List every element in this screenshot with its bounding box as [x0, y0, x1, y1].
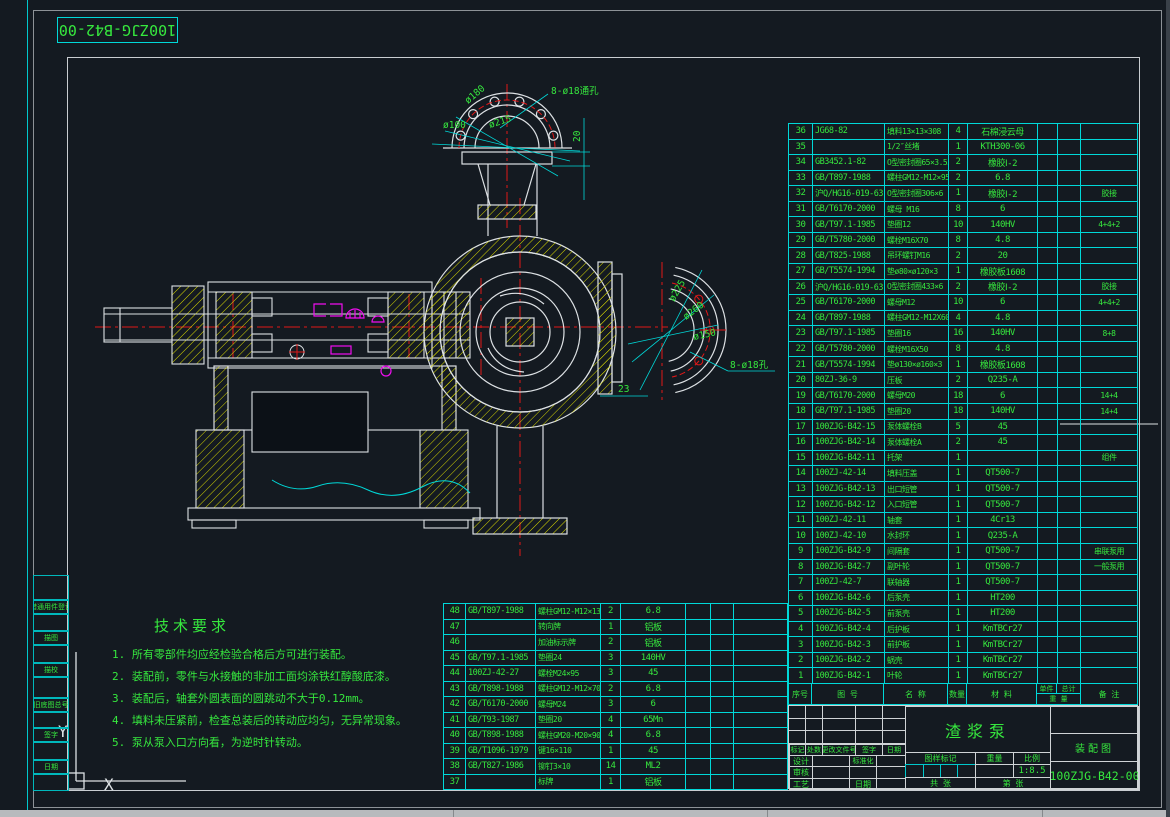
bom-row: 42 GB/T6170-2000 螺母M24 3 6 [444, 697, 789, 713]
bom-row: 37 标牌 1 铝板 [444, 775, 789, 791]
bom-row: 11 100ZJ-42-11 轴套 1 4Cr13 [789, 513, 1139, 529]
bom-row: 14 100ZJ-42-14 填料压盖 1 QT500-7 [789, 466, 1139, 482]
window-bottom-bar[interactable] [0, 810, 1170, 817]
bom-row: 13 100ZJG-B42-13 出口短管 1 QT500-7 [789, 482, 1139, 498]
bom-row: 15 100ZJG-B42-11 托架 1 组件 [789, 451, 1139, 467]
bom-row: 35 1/2″丝堵 1 KTH300-06 [789, 140, 1139, 156]
border-box [33, 773, 69, 791]
bom-row: 22 GB/T5780-2000 螺栓M16X50 8 4.8 [789, 342, 1139, 358]
bom-table-main: 36 JG68-82 填料13×13×308 4 石棉浸云母 35 1/2″丝堵… [788, 123, 1139, 684]
sheet-page: 第 张 [975, 777, 1051, 790]
border-box [33, 741, 69, 761]
bom-table-continuation: 48 GB/T897-1988 螺柱GM12-M12×135 2 6.8 47 … [443, 603, 789, 790]
title-block: 标记 处数 更改文件号 签字 日期 设计 标准化 审核 工艺 日期 渣浆泵 图样… [788, 705, 1138, 789]
revision-grid [789, 706, 906, 744]
sign-label-date: 日期 [849, 778, 877, 790]
bom-row: 30 GB/T97.1-1985 垫圈12 10 140HV 4+4+2 [789, 217, 1139, 233]
bom-row: 17 100ZJG-B42-15 泵体螺栓B 5 45 [789, 420, 1139, 436]
bom-row: 24 GB/T897-1988 螺柱GM12-M12X60 4 4.8 [789, 311, 1139, 327]
border-box [33, 644, 69, 664]
bom-row: 33 GB/T897-1988 螺柱GM12-M12×95 2 6.8 [789, 171, 1139, 187]
bom-row: 39 GB/T1096-1979 键16×110 1 45 [444, 744, 789, 760]
drawing-number-rotated: 100ZJG-B42-00 [57, 17, 178, 43]
bom-row: 26 沪Q/HG16-019-63 O型密封圈433×6 2 橡胶Ⅰ-2 胶接 [789, 280, 1139, 296]
bom-row: 27 GB/T5574-1994 垫ø80×ø120×3 1 橡胶板1608 [789, 264, 1139, 280]
bom-row: 16 100ZJG-B42-14 泵体螺栓A 2 45 [789, 435, 1139, 451]
bom-row: 7 100ZJ-42-7 联轴器 1 QT500-7 [789, 575, 1139, 591]
bom-row: 1 100ZJG-B42-1 叶轮 1 KmTBCr27 [789, 668, 1139, 684]
bom-row: 4 100ZJG-B42-4 后护板 1 KmTBCr27 [789, 622, 1139, 638]
bom-row: 9 100ZJG-B42-9 间隔套 1 QT500-7 串联泵用 [789, 544, 1139, 560]
bom-header: 序号 图 号 名 称 数量 材 料 单件 总计 重 量 备 注 [788, 683, 1138, 705]
bom-row: 45 GB/T97.1-1985 垫圈24 3 140HV [444, 651, 789, 667]
bom-row: 28 GB/T825-1988 吊环螺钉M16 2 20 [789, 248, 1139, 264]
bom-row: 34 GB3452.1-82 O型密封圈65×3.55 2 橡胶Ⅰ-2 [789, 155, 1139, 171]
bom-row: 18 GB/T97.1-1985 垫圈20 18 140HV 14+4 [789, 404, 1139, 420]
bom-row: 32 沪Q/HG16-019-63 O型密封圈306×6 1 橡胶Ⅰ-2 胶接 [789, 186, 1139, 202]
bom-row: 5 100ZJG-B42-5 前泵壳 1 HT200 [789, 606, 1139, 622]
cad-viewport[interactable]: ø100 ø180 ø215 8-ø18通孔 20 [0, 0, 1170, 817]
bom-row: 2 100ZJG-B42-2 蜗壳 1 KmTBCr27 [789, 653, 1139, 669]
sign-label-process: 工艺 [789, 778, 813, 790]
drawing-number: 100ZJG-B42-00 [1050, 761, 1139, 790]
bom-row: 12 100ZJG-B42-12 入口短管 1 QT500-7 [789, 497, 1139, 513]
bom-row: 31 GB/T6170-2000 螺母 M16 8 6 [789, 202, 1139, 218]
bom-row: 25 GB/T6170-2000 螺母M12 10 6 4+4+2 [789, 295, 1139, 311]
sheet-total: 共 张 [905, 777, 976, 790]
bom-row: 6 100ZJG-B42-6 后泵壳 1 HT200 [789, 591, 1139, 607]
bom-row: 36 JG68-82 填料13×13×308 4 石棉浸云母 [789, 124, 1139, 140]
sheet-edge-line [27, 0, 28, 810]
border-box [33, 676, 69, 699]
bom-row: 41 GB/T93-1987 垫圈20 4 65Mn [444, 713, 789, 729]
bom-row: 20 80ZJ-36-9 压板 2 Q235-A [789, 373, 1139, 389]
window-right-edge [1166, 0, 1170, 817]
bom-row: 48 GB/T897-1988 螺柱GM12-M12×135 2 6.8 [444, 604, 789, 620]
bom-row: 40 GB/T898-1988 螺柱GM20-M20×90 4 6.8 [444, 728, 789, 744]
bom-row: 47 转向牌 1 铝板 [444, 620, 789, 636]
scale-value: 1:8.5 [1013, 764, 1051, 778]
bom-row: 43 GB/T898-1988 螺柱GM12-M12×70 2 6.8 [444, 682, 789, 698]
bom-row: 8 100ZJG-B42-7 副叶轮 1 QT500-7 一般泵用 [789, 560, 1139, 576]
border-box [33, 575, 69, 601]
bom-row: 3 100ZJG-B42-3 前护板 1 KmTBCr27 [789, 637, 1139, 653]
bom-row: 44 100ZJ-42-27 螺栓M24×95 3 45 [444, 666, 789, 682]
bom-row: 23 GB/T97.1-1985 垫圈16 16 140HV 8+8 [789, 326, 1139, 342]
bom-row: 21 GB/T5574-1994 垫ø130×ø160×3 1 橡胶板1608 [789, 357, 1139, 373]
bom-row: 46 加油标示牌 2 铝板 [444, 635, 789, 651]
bom-row: 19 GB/T6170-2000 螺母M20 18 6 14+4 [789, 388, 1139, 404]
product-name: 渣浆泵 [905, 706, 1051, 753]
bom-row: 29 GB/T5780-2000 螺栓M16X70 8 4.8 [789, 233, 1139, 249]
drawing-type: 装配图 [1050, 733, 1139, 762]
bom-row: 38 GB/T827-1986 铆钉3×10 14 ML2 [444, 759, 789, 775]
bom-row: 10 100ZJ-42-10 水封环 1 Q235-A [789, 528, 1139, 544]
